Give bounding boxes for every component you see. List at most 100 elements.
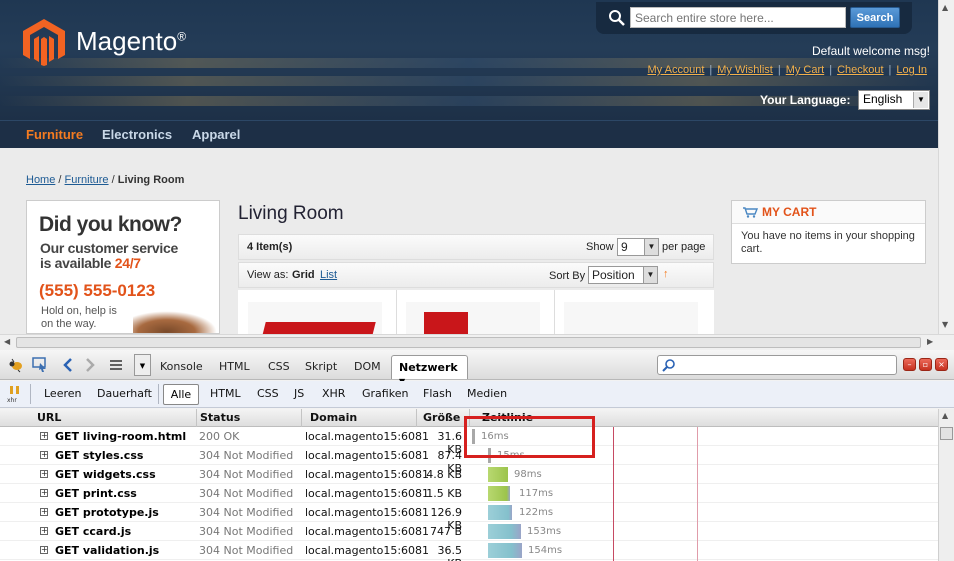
- column-header-size[interactable]: Größe: [423, 411, 460, 424]
- request-url: GET validation.js: [55, 544, 160, 557]
- sort-by-label: Sort By: [549, 270, 586, 282]
- timeline-duration: 117ms: [519, 488, 554, 499]
- page-title: Living Room: [238, 203, 344, 224]
- column-header-status[interactable]: Status: [200, 411, 240, 424]
- nav-item-electronics[interactable]: Electronics: [102, 127, 172, 142]
- tab-console[interactable]: Konsole: [160, 360, 203, 373]
- filter-flash[interactable]: Flash: [423, 387, 452, 400]
- expand-icon[interactable]: +: [40, 432, 48, 440]
- promo-small-text: Hold on, help is on the way.: [41, 305, 117, 330]
- column-divider[interactable]: [469, 409, 470, 427]
- menu-list-icon[interactable]: [108, 357, 124, 373]
- expand-icon[interactable]: +: [40, 451, 48, 459]
- expand-icon[interactable]: +: [40, 489, 48, 497]
- scroll-up-icon[interactable]: ▲: [942, 411, 948, 420]
- timeline-bar: [488, 486, 510, 501]
- column-header-timeline[interactable]: Zeitlinie: [482, 411, 533, 424]
- link-my-cart[interactable]: My Cart: [781, 64, 830, 76]
- filter-xhr[interactable]: XHR: [322, 387, 345, 400]
- product-item[interactable]: [248, 302, 382, 334]
- column-divider[interactable]: [301, 409, 302, 427]
- store-logo-text[interactable]: Magento®: [76, 26, 186, 57]
- table-row[interactable]: + GET widgets.css 304 Not Modified local…: [0, 465, 938, 484]
- search-input[interactable]: [630, 7, 846, 28]
- product-item[interactable]: [406, 302, 540, 334]
- scroll-right-icon[interactable]: ▶: [927, 337, 933, 346]
- net-filter-bar: xhr Leeren Dauerhaft Alle HTML CSS JS XH…: [0, 381, 954, 408]
- product-item[interactable]: [564, 302, 698, 334]
- language-select[interactable]: English ▼: [858, 90, 930, 110]
- column-divider[interactable]: [196, 409, 197, 427]
- scroll-up-icon[interactable]: ▲: [942, 3, 948, 12]
- sort-select[interactable]: Position ▼: [588, 266, 658, 284]
- column-header-domain[interactable]: Domain: [310, 411, 357, 424]
- filter-css[interactable]: CSS: [257, 387, 279, 400]
- breadcrumb-category[interactable]: Furniture: [65, 174, 109, 186]
- view-mode-list[interactable]: List: [320, 269, 337, 281]
- scrollbar-thumb[interactable]: [16, 337, 921, 348]
- expand-icon[interactable]: +: [40, 470, 48, 478]
- sort-direction-icon[interactable]: ↑: [663, 268, 669, 280]
- link-my-account[interactable]: My Account: [643, 64, 710, 76]
- table-row[interactable]: + GET ccard.js 304 Not Modified local.ma…: [0, 522, 938, 541]
- link-checkout[interactable]: Checkout: [832, 64, 888, 76]
- net-vertical-scrollbar[interactable]: ▲: [938, 409, 954, 561]
- inspect-element-icon[interactable]: [32, 357, 48, 373]
- limiter-select[interactable]: 9 ▼: [617, 238, 659, 256]
- firebug-bug-icon[interactable]: [8, 357, 24, 373]
- tab-html[interactable]: HTML: [219, 360, 250, 373]
- filter-images[interactable]: Grafiken: [362, 387, 408, 400]
- nav-item-furniture[interactable]: Furniture: [26, 127, 83, 142]
- promo-dog-image: [133, 311, 217, 333]
- net-request-list: + GET living-room.html 200 OK local.mage…: [0, 427, 938, 561]
- minimize-icon[interactable]: –: [903, 358, 916, 371]
- request-domain: local.magento15:6081: [305, 487, 430, 500]
- forward-arrow-icon[interactable]: [82, 357, 98, 373]
- expand-icon[interactable]: +: [40, 546, 48, 554]
- request-domain: local.magento15:6081: [305, 544, 430, 557]
- close-icon[interactable]: ×: [935, 358, 948, 371]
- pager-toolbar: 4 Item(s) Show 9 ▼ per page: [238, 234, 714, 260]
- chevron-down-icon[interactable]: ▼: [134, 354, 151, 376]
- customer-service-promo[interactable]: Did you know? Our customer service is av…: [26, 200, 220, 334]
- filter-media[interactable]: Medien: [467, 387, 507, 400]
- expand-icon[interactable]: +: [40, 527, 48, 535]
- tab-script[interactable]: Skript: [305, 360, 337, 373]
- filter-js[interactable]: JS: [294, 387, 304, 400]
- firebug-search-input[interactable]: [657, 355, 897, 375]
- page-vertical-scrollbar[interactable]: ▲ ▼: [938, 0, 954, 334]
- table-row[interactable]: + GET living-room.html 200 OK local.mage…: [0, 427, 938, 456]
- expand-icon[interactable]: +: [40, 508, 48, 516]
- scroll-left-icon[interactable]: ◀: [4, 337, 10, 346]
- magento-logo-icon[interactable]: [22, 18, 66, 66]
- filter-persist[interactable]: Dauerhaft: [97, 387, 152, 400]
- xhr-pause-icon[interactable]: xhr: [7, 385, 23, 403]
- breadcrumb-home[interactable]: Home: [26, 174, 55, 186]
- product-image: [258, 322, 376, 334]
- item-count: 4 Item(s): [247, 241, 293, 253]
- request-url: GET living-room.html: [55, 430, 187, 443]
- filter-all[interactable]: Alle: [163, 384, 199, 405]
- timeline-bar: [488, 505, 512, 520]
- product-image: [424, 312, 468, 334]
- search-button[interactable]: Search: [850, 7, 900, 28]
- table-row[interactable]: + GET print.css 304 Not Modified local.m…: [0, 484, 938, 503]
- tab-network[interactable]: Netzwerk ▼: [391, 355, 468, 386]
- column-divider[interactable]: [416, 409, 417, 427]
- link-my-wishlist[interactable]: My Wishlist: [712, 64, 778, 76]
- nav-item-apparel[interactable]: Apparel: [192, 127, 240, 142]
- table-row[interactable]: + GET styles.css 304 Not Modified local.…: [0, 446, 938, 475]
- table-row[interactable]: + GET prototype.js 304 Not Modified loca…: [0, 503, 938, 532]
- back-arrow-icon[interactable]: [60, 357, 76, 373]
- tab-dom[interactable]: DOM: [354, 360, 381, 373]
- column-header-url[interactable]: URL: [37, 411, 61, 424]
- filter-clear[interactable]: Leeren: [44, 387, 82, 400]
- scrollbar-thumb[interactable]: [940, 427, 953, 440]
- table-row[interactable]: + GET validation.js 304 Not Modified loc…: [0, 541, 938, 561]
- scroll-down-icon[interactable]: ▼: [942, 320, 948, 329]
- link-log-in[interactable]: Log In: [891, 64, 932, 76]
- page-horizontal-scrollbar[interactable]: ◀ ▶: [0, 334, 954, 350]
- filter-html[interactable]: HTML: [210, 387, 241, 400]
- detach-icon[interactable]: ▫: [919, 358, 932, 371]
- tab-css[interactable]: CSS: [268, 360, 290, 373]
